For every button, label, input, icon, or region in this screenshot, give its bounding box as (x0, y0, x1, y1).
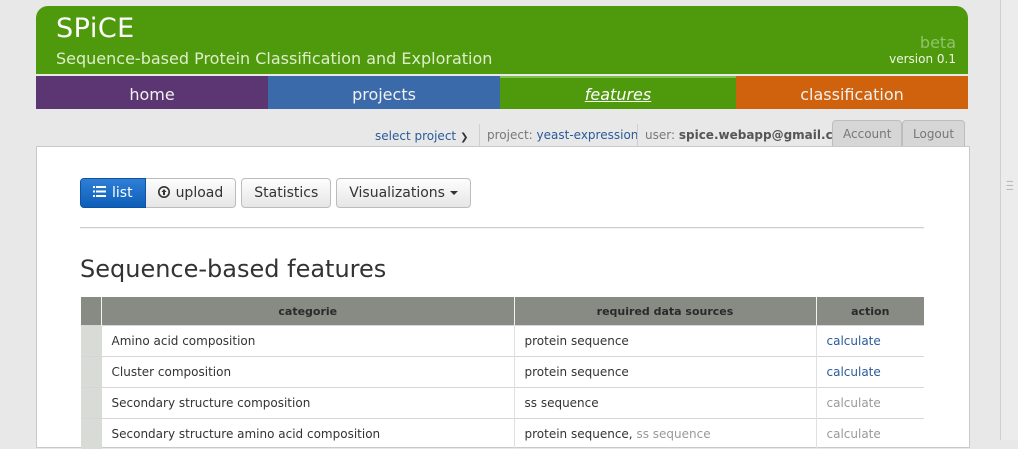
row-sources-missing: ss sequence (636, 427, 710, 441)
version-label: version 0.1 (889, 52, 956, 66)
row-handle[interactable] (81, 388, 102, 419)
divider (80, 227, 924, 229)
row-handle-header (81, 297, 102, 326)
upload-button-label: upload (176, 185, 224, 201)
select-project-dropdown[interactable]: select project ❯ (375, 129, 469, 143)
project-label: project: (487, 128, 533, 142)
statistics-button[interactable]: Statistics (241, 178, 331, 208)
user-bar: select project ❯ project: yeast-expressio… (0, 122, 1018, 148)
section-title: Sequence-based features (80, 255, 386, 283)
table-row: Secondary structure composition ss seque… (81, 388, 924, 419)
calculate-disabled: calculate (827, 396, 881, 410)
row-category: Amino acid composition (102, 326, 515, 357)
nav-tab-classification[interactable]: classification (736, 76, 968, 109)
current-project: project: yeast-expression (487, 128, 638, 142)
nav-tab-projects[interactable]: projects (268, 76, 500, 109)
table-row: Secondary structure amino acid compositi… (81, 419, 924, 449)
row-category: Cluster composition (102, 357, 515, 388)
row-sources: protein sequence (514, 326, 816, 357)
visualizations-label: Visualizations (349, 185, 445, 201)
row-sources: protein sequence (514, 357, 816, 388)
upload-button[interactable]: upload (146, 178, 237, 208)
nav-tab-home[interactable]: home (36, 76, 268, 109)
list-button[interactable]: list (80, 178, 146, 208)
calculate-link[interactable]: calculate (827, 365, 881, 379)
app-title: SPiCE (56, 13, 135, 44)
divider (479, 124, 480, 146)
calculate-link[interactable]: calculate (827, 334, 881, 348)
table-row: Cluster composition protein sequence cal… (81, 357, 924, 388)
nav-tab-features[interactable]: features (500, 76, 736, 109)
vertical-scrollbar[interactable]: ─── (1000, 0, 1018, 440)
logout-button[interactable]: Logout (902, 120, 965, 146)
content-panel: list upload Statistics Visualizations Se… (36, 146, 970, 448)
list-button-label: list (112, 185, 133, 201)
row-category: Secondary structure composition (102, 388, 515, 419)
features-table: categorie required data sources action A… (81, 297, 924, 449)
scroll-grip-icon[interactable]: ─── (1007, 179, 1013, 191)
column-header-data-sources[interactable]: required data sources (514, 297, 816, 326)
project-link[interactable]: yeast-expression (537, 128, 639, 142)
calculate-disabled: calculate (827, 427, 881, 441)
toolbar: list upload Statistics Visualizations (80, 178, 471, 208)
column-header-categorie[interactable]: categorie (102, 297, 515, 326)
user-email: spice.webapp@gmail.com (679, 128, 854, 142)
app-header: SPiCE Sequence-based Protein Classificat… (36, 6, 968, 74)
row-sources-primary: protein sequence, (525, 427, 633, 441)
main-nav: home projects features classification (36, 76, 968, 109)
row-handle[interactable] (81, 419, 102, 449)
divider (637, 124, 638, 146)
account-button[interactable]: Account (832, 120, 902, 146)
row-sources: ss sequence (514, 388, 816, 419)
caret-down-icon (450, 191, 458, 195)
beta-badge: beta (920, 33, 956, 52)
list-icon (93, 185, 106, 201)
current-user: user: spice.webapp@gmail.com (645, 128, 853, 142)
row-handle[interactable] (81, 326, 102, 357)
row-handle[interactable] (81, 357, 102, 388)
table-header-row: categorie required data sources action (81, 297, 924, 326)
row-category: Secondary structure amino acid compositi… (102, 419, 515, 449)
app-subtitle: Sequence-based Protein Classification an… (56, 49, 492, 68)
table-row: Amino acid composition protein sequence … (81, 326, 924, 357)
upload-icon (158, 186, 170, 201)
column-header-action[interactable]: action (816, 297, 924, 326)
chevron-down-icon: ❯ (460, 132, 468, 143)
user-label: user: (645, 128, 675, 142)
visualizations-dropdown[interactable]: Visualizations (336, 178, 471, 208)
select-project-label: select project (375, 129, 456, 143)
row-sources: protein sequence, ss sequence (514, 419, 816, 449)
